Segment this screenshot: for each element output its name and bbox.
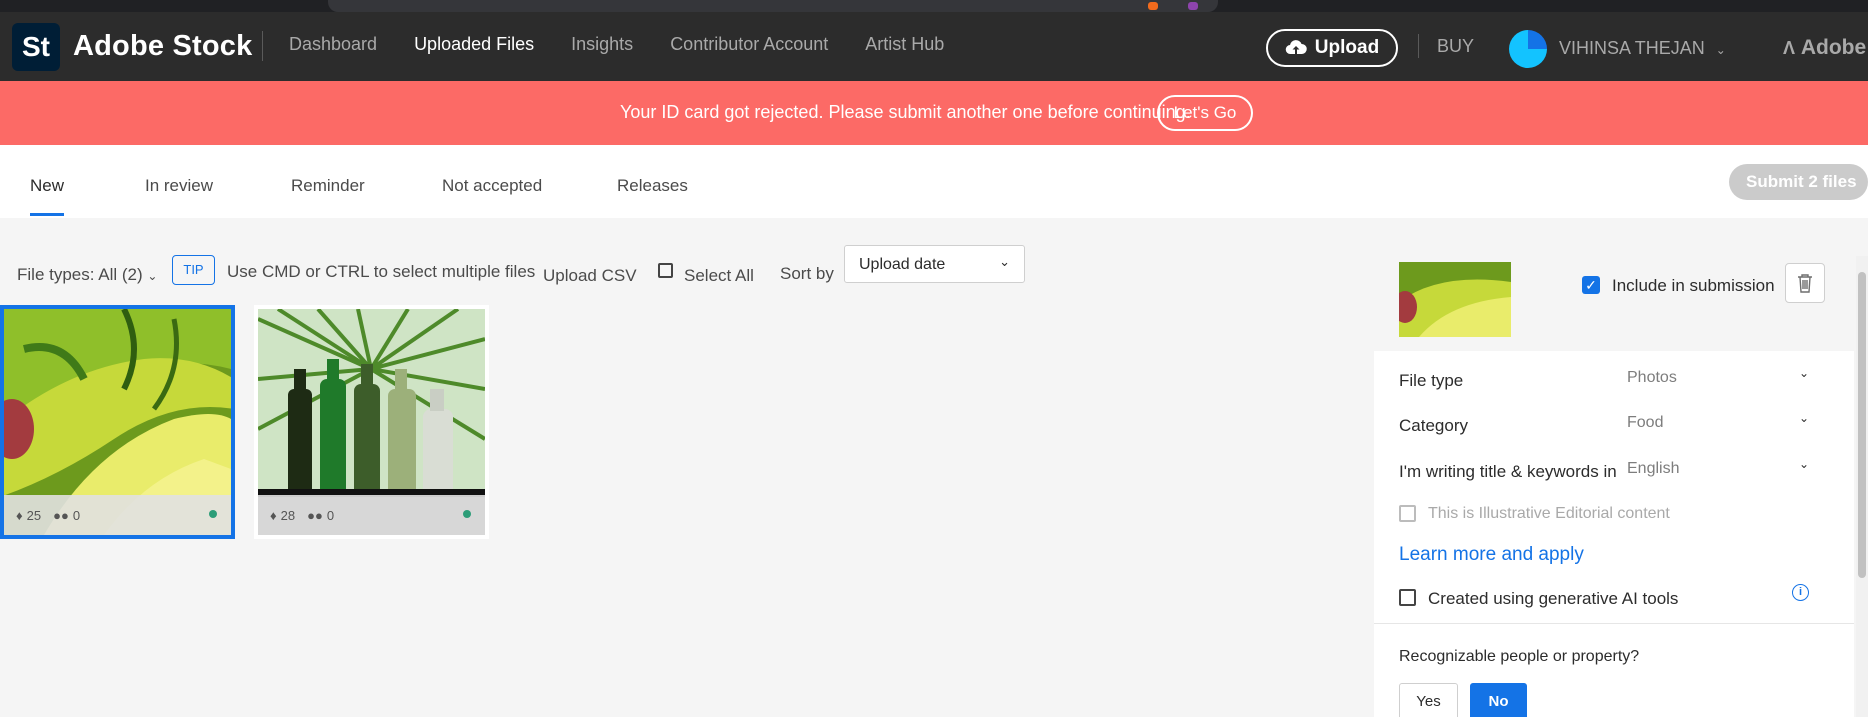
tab-reminder[interactable]: Reminder [291, 176, 365, 196]
lets-go-button[interactable]: Let's Go [1157, 95, 1253, 131]
nav-dashboard[interactable]: Dashboard [289, 34, 377, 55]
chevron-down-icon: ⌄ [1715, 43, 1726, 57]
upload-button[interactable]: Upload [1266, 29, 1398, 67]
include-submission-checkbox[interactable]: ✓ [1582, 276, 1600, 294]
file-meta: ♦ 25 ●● 0 [4, 495, 231, 535]
adobe-label: Adobe [1800, 36, 1867, 59]
sort-value: Upload date [859, 256, 946, 273]
upload-label: Upload [1314, 37, 1380, 58]
people-count-value: 0 [326, 507, 335, 523]
people-count: ●● 0 [53, 508, 80, 523]
buy-link[interactable]: BUY [1437, 36, 1474, 57]
file-meta: ♦ 28 ●● 0 [258, 495, 485, 535]
extension-icon[interactable] [1188, 2, 1198, 10]
category-select[interactable]: Food [1627, 414, 1663, 432]
adobe-logo-icon: Λ [1783, 38, 1796, 58]
chevron-down-icon: ⌄ [999, 254, 1010, 269]
select-all-label[interactable]: Select All [684, 266, 754, 286]
chevron-down-icon[interactable]: ⌄ [1799, 366, 1809, 380]
tab-in-review[interactable]: In review [145, 176, 213, 196]
stock-logo-icon[interactable]: St [12, 23, 60, 71]
people-count: ●● 0 [307, 508, 334, 523]
delete-button[interactable] [1785, 263, 1825, 303]
address-bar[interactable] [328, 0, 1218, 12]
user-name: VIHINSA THEJAN [1559, 38, 1705, 58]
file-type-select[interactable]: Photos [1627, 369, 1677, 387]
people-icon: ●● [53, 507, 69, 523]
tab-new[interactable]: New [30, 176, 64, 196]
banner-message: Your ID card got rejected. Please submit… [620, 102, 1191, 122]
user-menu[interactable]: VIHINSA THEJAN ⌄ [1559, 38, 1726, 59]
upload-csv-button[interactable]: Upload CSV [543, 266, 637, 286]
file-card[interactable]: ♦ 25 ●● 0 [0, 305, 235, 539]
tag-icon: ♦ [16, 507, 23, 523]
file-types-dropdown[interactable]: File types: All (2) ⌄ [17, 265, 157, 285]
generative-ai-label[interactable]: Created using generative AI tools [1428, 589, 1678, 609]
avatar[interactable] [1509, 30, 1547, 68]
keyword-count-value: 28 [280, 507, 296, 523]
file-details-panel: ✓ Include in submission File type Photos… [1374, 251, 1854, 717]
nav-insights[interactable]: Insights [571, 34, 633, 55]
status-dot-icon [209, 510, 217, 518]
chevron-down-icon: ⌄ [147, 269, 158, 283]
tag-icon: ♦ [270, 507, 277, 523]
nav-contributor-account[interactable]: Contributor Account [670, 34, 828, 55]
adobe-link[interactable]: Λ Adobe [1783, 36, 1866, 60]
nav-artist-hub[interactable]: Artist Hub [865, 34, 944, 55]
selected-file-thumbnail [1399, 262, 1511, 337]
language-select[interactable]: English [1627, 460, 1679, 478]
active-tab-indicator [30, 213, 64, 216]
header-divider [262, 31, 263, 61]
brand-title[interactable]: Adobe Stock [73, 30, 252, 63]
file-card[interactable]: ♦ 28 ●● 0 [254, 305, 489, 539]
file-types-label: File types: All (2) [17, 265, 143, 284]
nav-uploaded-files[interactable]: Uploaded Files [414, 34, 534, 55]
people-icon: ●● [307, 507, 323, 523]
alert-banner: Your ID card got rejected. Please submit… [0, 81, 1868, 145]
tab-not-accepted[interactable]: Not accepted [442, 176, 542, 196]
language-label: I'm writing title & keywords in [1399, 462, 1617, 481]
include-submission-label[interactable]: Include in submission [1612, 276, 1775, 296]
select-all-checkbox[interactable] [658, 263, 673, 278]
sort-select[interactable]: Upload date ⌄ [844, 245, 1025, 283]
people-property-question: Recognizable people or property? [1399, 648, 1640, 665]
scrollbar-thumb[interactable] [1858, 272, 1866, 578]
keyword-count: ♦ 25 [16, 508, 41, 523]
yes-button[interactable]: Yes [1399, 683, 1458, 717]
trash-icon [1798, 274, 1812, 293]
status-dot-icon [463, 510, 471, 518]
file-type-label: File type [1399, 371, 1464, 390]
info-icon[interactable]: i [1792, 584, 1809, 601]
people-count-value: 0 [72, 507, 81, 523]
panel-scrollbar[interactable] [1856, 256, 1868, 717]
submit-files-button[interactable]: Submit 2 files [1729, 164, 1868, 200]
keyword-count: ♦ 28 [270, 508, 295, 523]
main-nav: Dashboard Uploaded Files Insights Contri… [289, 34, 981, 55]
no-button[interactable]: No [1470, 683, 1527, 717]
file-toolbar: File types: All (2) ⌄ TIP Use CMD or CTR… [0, 245, 1060, 293]
extension-icon[interactable] [1148, 2, 1158, 10]
file-tabs: New In review Reminder Not accepted Rele… [0, 145, 1868, 218]
panel-header: ✓ Include in submission [1374, 251, 1854, 351]
app-header: St Adobe Stock Dashboard Uploaded Files … [0, 12, 1868, 81]
chevron-down-icon[interactable]: ⌄ [1799, 457, 1809, 471]
panel-divider [1374, 623, 1854, 624]
sort-by-label: Sort by [780, 264, 834, 283]
chevron-down-icon[interactable]: ⌄ [1799, 411, 1809, 425]
cloud-upload-icon [1285, 40, 1307, 55]
generative-ai-checkbox[interactable] [1399, 589, 1416, 606]
tip-badge: TIP [172, 255, 215, 285]
keyword-count-value: 25 [26, 507, 42, 523]
header-divider [1418, 34, 1419, 58]
tab-releases[interactable]: Releases [617, 176, 688, 196]
category-label: Category [1399, 416, 1468, 435]
editorial-label: This is Illustrative Editorial content [1428, 505, 1670, 522]
learn-more-link[interactable]: Learn more and apply [1399, 544, 1584, 566]
browser-toolbar [0, 0, 1868, 12]
editorial-checkbox [1399, 505, 1416, 522]
tip-text: Use CMD or CTRL to select multiple files [227, 262, 536, 281]
